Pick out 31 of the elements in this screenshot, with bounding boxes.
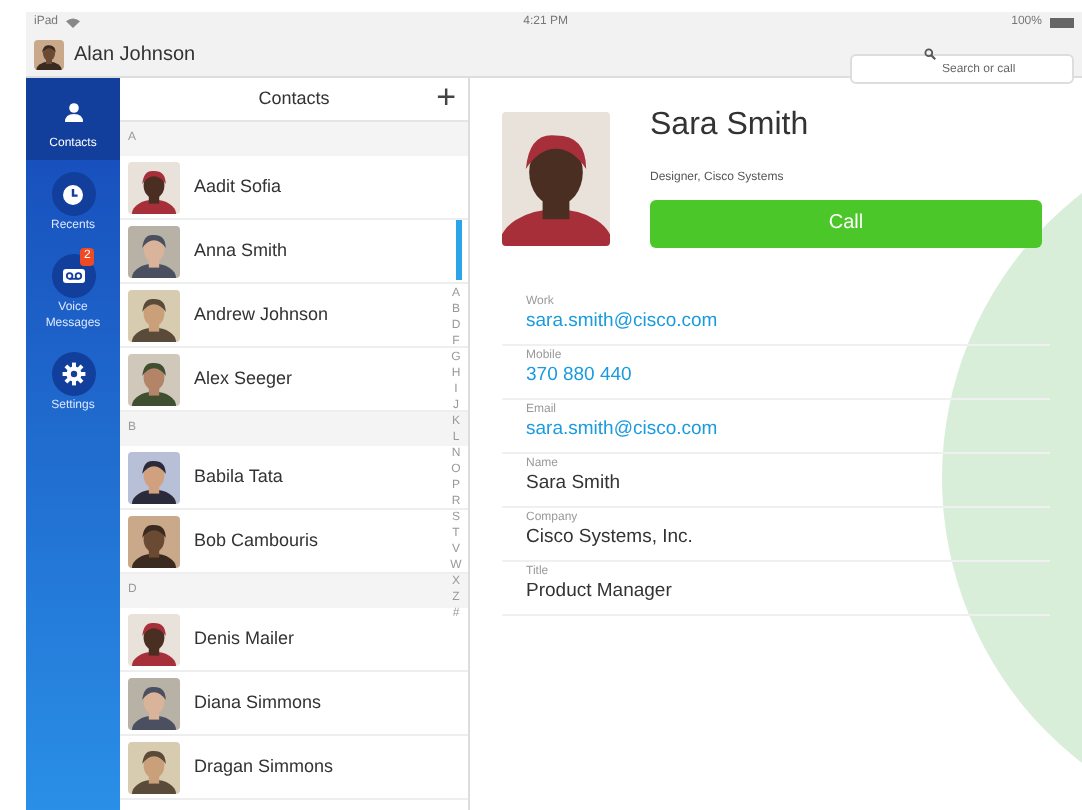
- field-value: Sara Smith: [526, 471, 620, 495]
- contact-row[interactable]: Aadit Sofia: [120, 156, 468, 220]
- field-link[interactable]: 370 880 440: [526, 363, 632, 387]
- contact-name: Bob Cambouris: [194, 527, 319, 554]
- contact-name: Dragan Simmons: [194, 753, 334, 780]
- field-value: Cisco Systems, Inc.: [526, 525, 693, 549]
- battery-icon: [1049, 17, 1074, 27]
- voicemail-icon: [61, 268, 85, 285]
- contact-name: Andrew Johnson: [194, 301, 329, 328]
- scroll-thumb[interactable]: [456, 220, 462, 280]
- contact-name: Aadit Sofia: [194, 173, 282, 200]
- gear-icon: [61, 361, 85, 386]
- contact-name: Anna Smith: [194, 237, 288, 264]
- contact-name: Denis Mailer: [194, 625, 295, 652]
- user-name: Alan Johnson: [74, 41, 196, 69]
- contact-title: Sara Smith: [650, 108, 811, 144]
- contact-name: Alex Seeger: [194, 365, 293, 392]
- wifi-icon: [66, 17, 81, 27]
- field-link[interactable]: sara.smith@cisco.com: [526, 417, 718, 441]
- clock-icon: [62, 183, 84, 206]
- contact-name: Diana Simmons: [194, 689, 322, 716]
- contact-row[interactable]: Dragan Simmons: [120, 736, 468, 800]
- person-icon: [63, 102, 83, 122]
- field-link[interactable]: sara.smith@cisco.com: [526, 309, 718, 333]
- add-button[interactable]: +: [436, 78, 456, 118]
- contact-row[interactable]: Diana Simmons: [120, 672, 468, 736]
- list-title: Contacts: [258, 85, 330, 112]
- contact-row[interactable]: Anna Smith: [120, 220, 468, 284]
- call-button[interactable]: Call: [650, 199, 1042, 247]
- field-value: Product Manager: [526, 579, 672, 603]
- contact-name: Babila Tata: [194, 463, 283, 490]
